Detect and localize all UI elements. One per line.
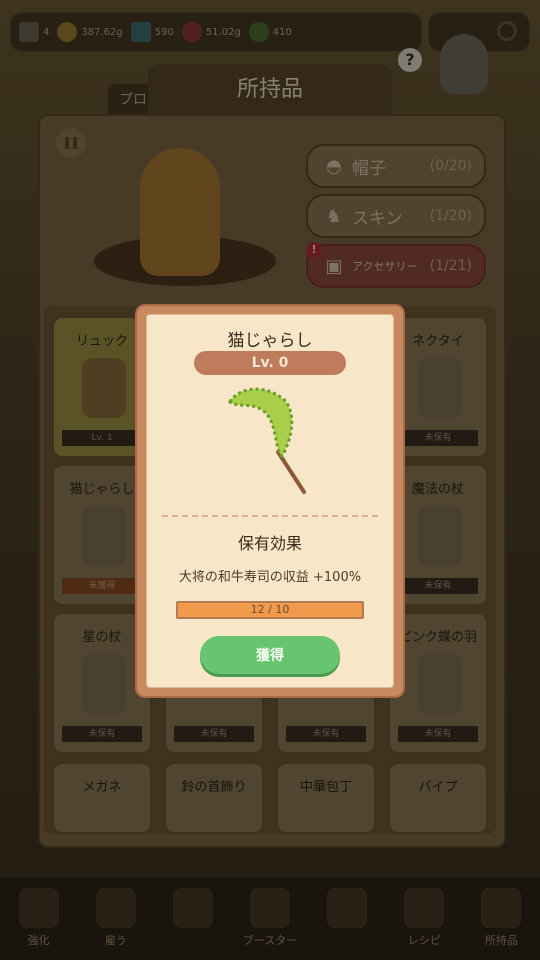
divider [162, 515, 378, 517]
progress-bar: 12 / 10 [176, 601, 364, 619]
effect-heading: 保有効果 [237, 534, 302, 553]
modal-title: 猫じゃらし [227, 331, 313, 351]
level-badge: Lv. 0 [194, 351, 346, 375]
cat-teaser-icon [228, 387, 306, 494]
acquire-button[interactable]: 獲得 [200, 636, 340, 674]
effect-description: 大将の和牛寿司の収益 +100% [178, 570, 362, 585]
progress-text: 12 / 10 [250, 603, 290, 616]
